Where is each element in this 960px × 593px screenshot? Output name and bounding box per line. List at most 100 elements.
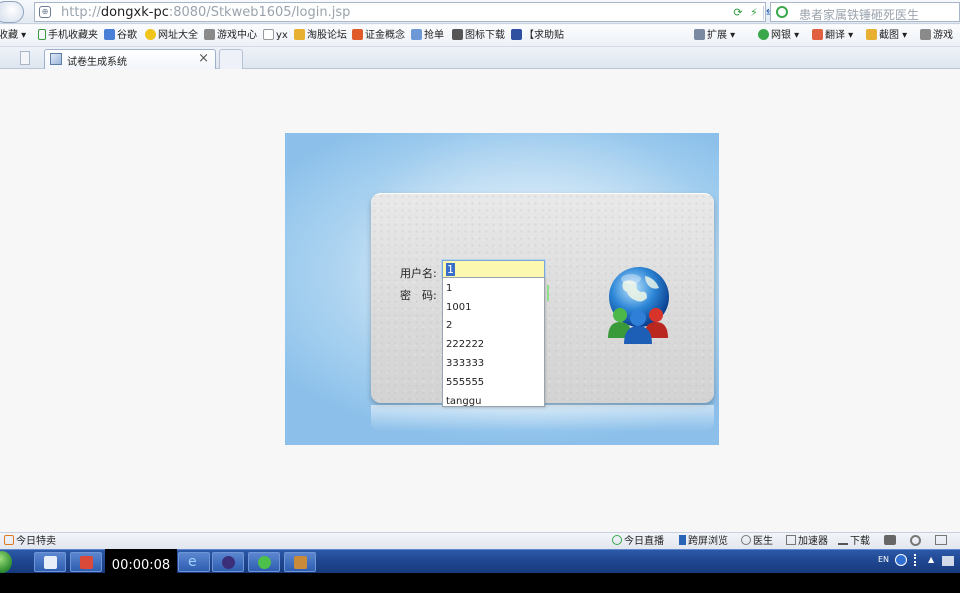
address-bar[interactable]: ⊕ http://dongxk-pc:8080/Stkweb1605/login… <box>34 2 793 22</box>
suggestion-item[interactable]: 1001 <box>446 299 471 317</box>
taskbar-app-document[interactable] <box>34 552 66 572</box>
netbank-button[interactable]: 网银 ▾ <box>758 29 799 43</box>
ie-icon: e <box>188 554 197 570</box>
fav-label: 翻译 ▾ <box>825 30 854 41</box>
sidebar-toggle-icon[interactable] <box>4 51 14 65</box>
taskbar-app-eclipse[interactable] <box>212 552 244 572</box>
suggestion-item[interactable]: 333333 <box>446 355 484 373</box>
page-content: 用户名: 密 码: 1 1 1001 2 222222 333333 55555… <box>0 70 960 532</box>
paw-icon <box>511 29 522 40</box>
doctor-icon <box>741 535 751 545</box>
password-input[interactable] <box>545 285 549 301</box>
fav-item-yx[interactable]: yx <box>263 29 288 43</box>
search-engine-icon[interactable] <box>776 6 788 18</box>
volume-icon[interactable] <box>942 556 954 566</box>
suggestion-item[interactable]: 2 <box>446 317 452 335</box>
page-list-icon[interactable] <box>20 51 30 65</box>
chart-favicon-icon <box>50 53 62 65</box>
taskbar-app-ie[interactable]: e <box>178 552 210 572</box>
username-label: 用户名: <box>400 267 437 280</box>
status-live[interactable]: 今日直播 <box>612 535 664 548</box>
site-security-icon[interactable]: ⊕ <box>39 6 51 18</box>
system-tray: EN ▲ <box>868 552 960 572</box>
feedback-icon[interactable] <box>884 535 896 545</box>
window-icon[interactable] <box>935 535 947 545</box>
translate-button[interactable]: 翻译 ▾ <box>812 29 853 43</box>
paint-icon <box>80 556 93 569</box>
gift-icon <box>4 535 14 545</box>
fav-item-qiangdan[interactable]: 抢单 <box>411 29 444 43</box>
fav-item-game[interactable]: 游戏中心 <box>204 29 257 43</box>
tab-exam-system[interactable]: 试卷生成系统 × <box>44 49 216 69</box>
phone-icon <box>679 535 686 545</box>
start-button[interactable] <box>0 551 12 573</box>
fav-item-zhengjin[interactable]: 证金概念 <box>352 29 405 43</box>
taskbar-app-browser[interactable] <box>248 552 280 572</box>
fav-item-collect[interactable]: 收藏 ▾ <box>0 29 26 43</box>
username-value: 1 <box>446 263 455 276</box>
controller-icon <box>920 29 931 40</box>
status-cross-screen[interactable]: 跨屏浏览 <box>679 535 728 548</box>
browser-icon <box>258 556 271 569</box>
status-label: 跨屏浏览 <box>688 536 728 547</box>
fav-label: 收藏 ▾ <box>0 30 27 41</box>
help-icon[interactable] <box>895 554 907 566</box>
games-button[interactable]: 游戏 <box>920 29 953 43</box>
status-download[interactable]: 下载 <box>838 535 870 548</box>
play-icon <box>612 535 622 545</box>
grid-icon <box>694 29 705 40</box>
url-host: dongxk-pc <box>100 5 169 20</box>
close-tab-icon[interactable]: × <box>198 51 209 66</box>
language-indicator[interactable]: EN <box>878 555 889 564</box>
fav-item-google[interactable]: 谷歌 <box>104 29 137 43</box>
username-input[interactable]: 1 <box>442 260 545 278</box>
leaf-icon <box>352 29 363 40</box>
extensions-button[interactable]: 扩展 ▾ <box>694 29 735 43</box>
fav-label: 游戏 <box>933 30 953 41</box>
ie-compat-icon[interactable] <box>910 535 921 546</box>
arrow-icon <box>411 29 422 40</box>
fav-label: 抢单 <box>424 30 444 41</box>
fav-item-mobile[interactable]: 手机收藏夹 <box>38 29 98 43</box>
fav-label: 网址大全 <box>158 30 198 41</box>
status-accelerator[interactable]: 加速器 <box>786 535 828 548</box>
fav-label: 图标下载 <box>465 30 505 41</box>
bolt-icon[interactable]: ⚡ <box>747 6 761 20</box>
taskbar-app-tool[interactable] <box>284 552 316 572</box>
translate-icon <box>812 29 823 40</box>
search-input[interactable]: 患者家属铁锤砸死医生 <box>770 2 960 22</box>
favorites-bar: 收藏 ▾ 手机收藏夹 谷歌 网址大全 游戏中心 yx 淘股论坛 证金概念 抢单 … <box>0 25 960 47</box>
fav-item-help[interactable]: 【求助贴 <box>511 29 564 43</box>
download-icon <box>838 535 848 545</box>
new-tab-button[interactable] <box>219 49 243 69</box>
network-icon[interactable] <box>914 554 919 566</box>
eclipse-icon <box>222 556 235 569</box>
fav-item-icon-download[interactable]: 图标下载 <box>452 29 505 43</box>
taskbar-app-paint[interactable] <box>70 552 102 572</box>
screenshot-button[interactable]: 截图 ▾ <box>866 29 907 43</box>
back-button[interactable] <box>0 1 24 23</box>
status-label: 今日直播 <box>624 536 664 547</box>
refresh-icon[interactable]: ⟳ <box>731 6 745 20</box>
status-doctor[interactable]: 医生 <box>741 535 773 548</box>
suggestion-item[interactable]: 1 <box>446 280 452 298</box>
search-placeholder: 患者家属铁锤砸死医生 <box>799 8 920 22</box>
globe-users-icon <box>603 266 675 346</box>
tab-strip: 试卷生成系统 × <box>0 47 960 69</box>
fav-label: 谷歌 <box>117 30 137 41</box>
phone-icon <box>38 29 46 40</box>
url-text[interactable]: http://dongxk-pc:8080/Stkweb1605/login.j… <box>61 5 350 20</box>
fav-label: 手机收藏夹 <box>48 30 98 41</box>
suggestion-item[interactable]: 222222 <box>446 336 484 354</box>
fav-item-taogu[interactable]: 淘股论坛 <box>294 29 347 43</box>
fav-label: 网银 ▾ <box>771 30 800 41</box>
suggestion-item[interactable]: 555555 <box>446 374 484 392</box>
fav-item-hao[interactable]: 网址大全 <box>145 29 198 43</box>
suggestion-item[interactable]: tanggu <box>446 393 481 411</box>
panel-reflection <box>371 405 714 431</box>
status-deals[interactable]: 今日特卖 <box>4 535 56 548</box>
show-hidden-icon[interactable]: ▲ <box>928 555 934 564</box>
spark-icon <box>294 29 305 40</box>
fav-label: 证金概念 <box>365 30 405 41</box>
fav-label: 截图 ▾ <box>879 30 908 41</box>
